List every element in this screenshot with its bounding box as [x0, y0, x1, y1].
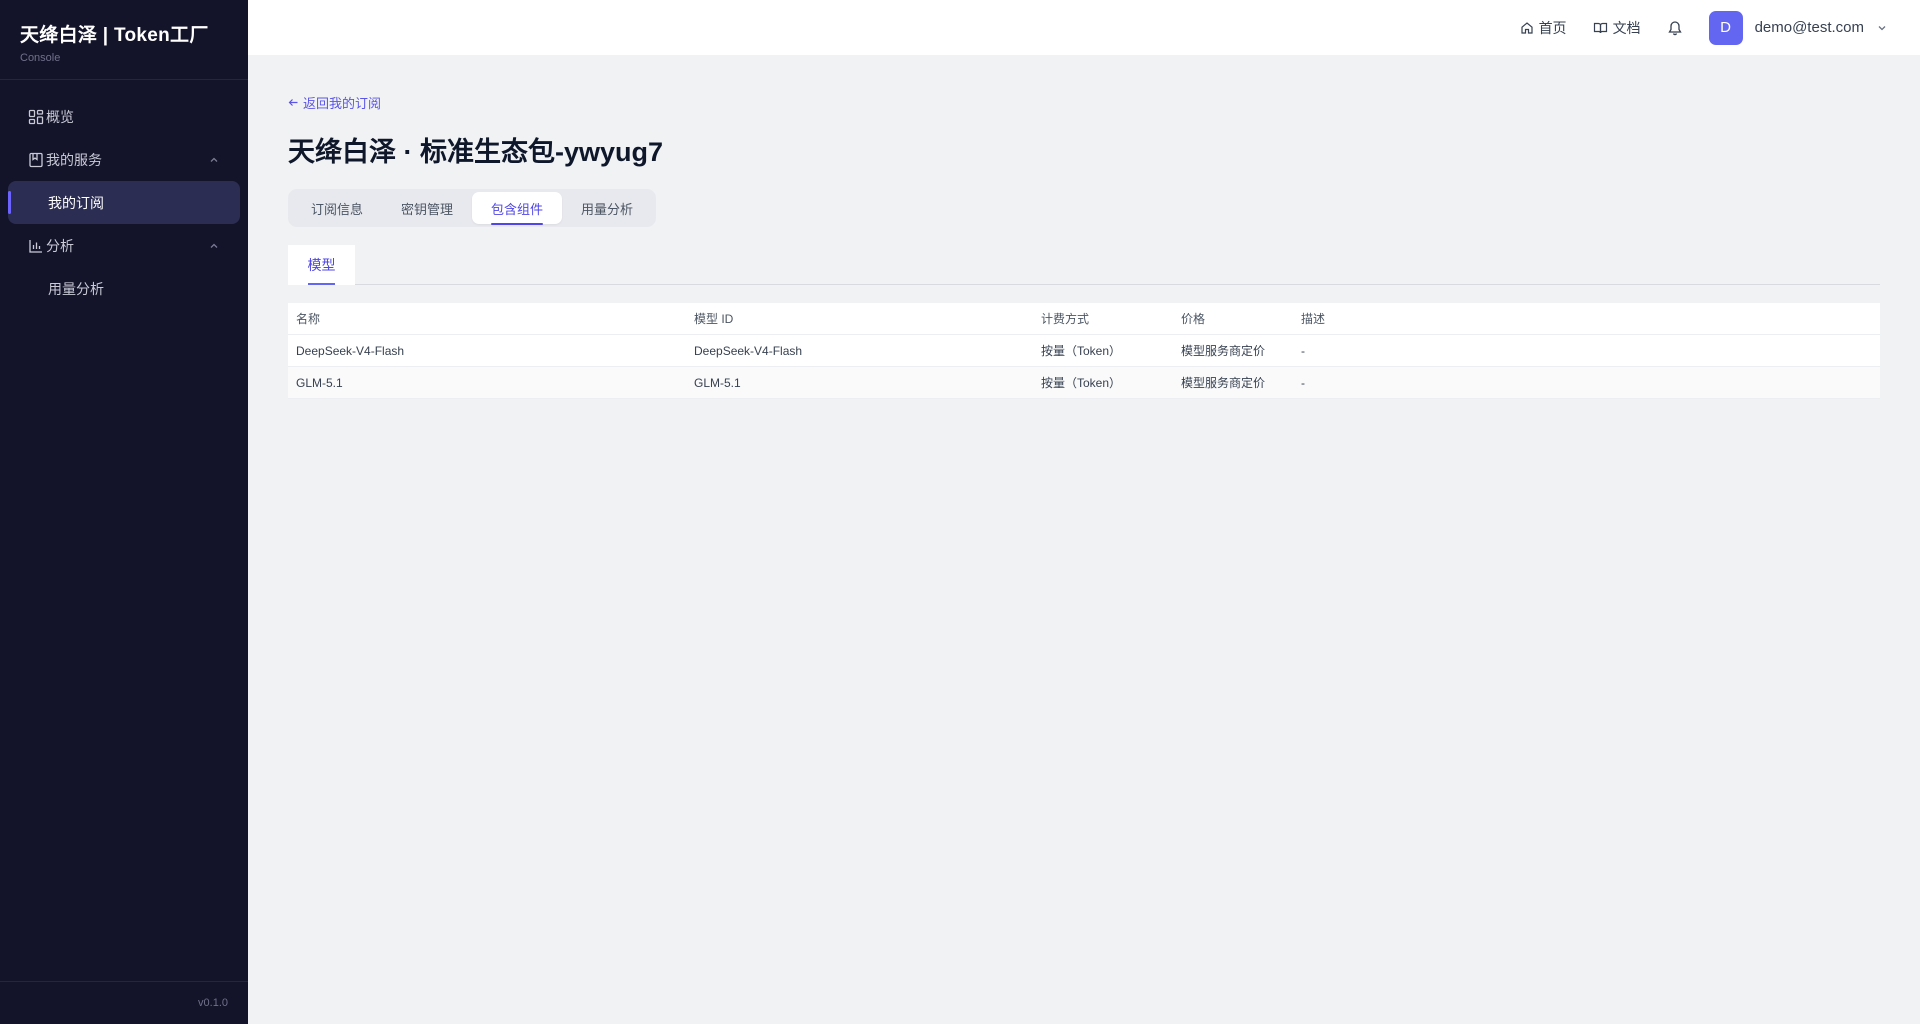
sidebar-item-usage-analysis[interactable]: 用量分析	[8, 267, 240, 310]
tab-subscription-info[interactable]: 订阅信息	[292, 192, 382, 224]
brand: 天绛白泽 | Token工厂 Console	[0, 0, 248, 80]
home-link-label: 首页	[1538, 19, 1567, 36]
tab-bar: 订阅信息 密钥管理 包含组件 用量分析	[288, 189, 657, 227]
dashboard-icon	[28, 109, 44, 125]
sidebar: 天绛白泽 | Token工厂 Console 概览 我的服务 我的订阅 分析 用…	[0, 0, 248, 1024]
sidebar-item-analytics[interactable]: 分析	[8, 224, 240, 267]
notification-button[interactable]	[1667, 19, 1683, 36]
home-icon	[1520, 21, 1533, 34]
user-menu[interactable]: D demo@test.com	[1708, 10, 1888, 45]
cell-name: DeepSeek-V4-Flash	[296, 343, 405, 358]
models-table: 名称 模型 ID 计费方式 价格 描述 DeepSeek-V4-Flash De…	[288, 303, 1880, 399]
cell-name: GLM-5.1	[296, 375, 343, 390]
back-to-subscriptions-link[interactable]: 返回我的订阅	[288, 93, 381, 112]
cell-price: 模型服务商定价	[1181, 376, 1266, 390]
sidebar-item-label: 用量分析	[48, 280, 104, 297]
docs-link[interactable]: 文档	[1593, 18, 1641, 38]
user-email: demo@test.com	[1754, 19, 1864, 36]
sidebar-item-label: 我的订阅	[48, 194, 104, 211]
cell-model-id: DeepSeek-V4-Flash	[694, 343, 803, 358]
sidebar-item-label: 分析	[46, 237, 74, 254]
cell-price: 模型服务商定价	[1181, 344, 1266, 358]
column-header-price: 价格	[1181, 312, 1206, 326]
table-row: GLM-5.1 GLM-5.1 按量（Token） 模型服务商定价 -	[288, 367, 1880, 399]
avatar: D	[1708, 10, 1743, 45]
sidebar-nav: 概览 我的服务 我的订阅 分析 用量分析	[0, 80, 248, 310]
back-link-label: 返回我的订阅	[303, 96, 382, 111]
column-header-model-id: 模型 ID	[694, 312, 734, 326]
docs-link-label: 文档	[1612, 19, 1641, 36]
cell-billing: 按量（Token）	[1041, 344, 1122, 358]
chevron-up-icon	[208, 153, 220, 169]
sidebar-item-my-subscriptions[interactable]: 我的订阅	[8, 181, 240, 224]
table-header-row: 名称 模型 ID 计费方式 价格 描述	[288, 303, 1880, 335]
column-header-billing: 计费方式	[1041, 312, 1090, 326]
bell-icon	[1667, 21, 1682, 36]
arrow-left-icon	[288, 99, 298, 106]
cell-description: -	[1301, 375, 1305, 390]
tab-key-management[interactable]: 密钥管理	[382, 192, 472, 224]
tab-included-components[interactable]: 包含组件	[472, 192, 563, 225]
version-label: v0.1.0	[0, 981, 248, 1024]
column-header-name: 名称	[296, 312, 321, 326]
sidebar-item-label: 概览	[46, 108, 74, 125]
book-icon	[28, 152, 44, 168]
open-book-icon	[1593, 22, 1607, 33]
subtab-models[interactable]: 模型	[288, 245, 355, 285]
chevron-up-icon	[208, 239, 220, 255]
page-title: 天绛白泽 · 标准生态包-ywyug7	[288, 137, 664, 167]
home-link[interactable]: 首页	[1520, 18, 1567, 38]
brand-title: 天绛白泽 | Token工厂	[20, 25, 209, 46]
top-header: 首页 文档 D demo@test.com	[248, 0, 1920, 55]
chevron-down-icon	[1876, 22, 1888, 34]
sidebar-item-label: 我的服务	[46, 151, 102, 168]
cell-billing: 按量（Token）	[1041, 376, 1122, 390]
brand-subtitle: Console	[20, 52, 61, 64]
cell-description: -	[1301, 343, 1305, 358]
component-subtabs: 模型	[288, 245, 1880, 285]
sidebar-item-my-services[interactable]: 我的服务	[8, 138, 240, 181]
tab-usage-analysis[interactable]: 用量分析	[562, 192, 652, 224]
bar-chart-icon	[28, 238, 44, 254]
column-header-description: 描述	[1301, 312, 1326, 326]
sidebar-item-overview[interactable]: 概览	[8, 95, 240, 138]
table-row: DeepSeek-V4-Flash DeepSeek-V4-Flash 按量（T…	[288, 335, 1880, 367]
cell-model-id: GLM-5.1	[694, 375, 741, 390]
